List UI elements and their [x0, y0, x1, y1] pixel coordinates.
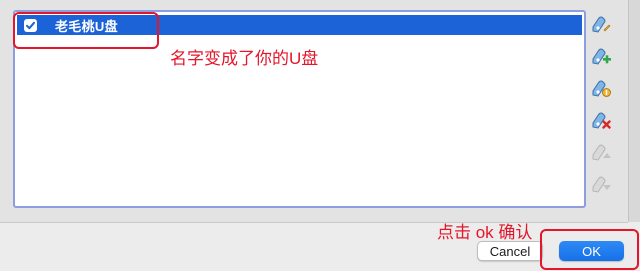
- annotation-highlight-item: [13, 12, 159, 49]
- cancel-button[interactable]: Cancel: [477, 241, 543, 261]
- annotation-ok-note: 点击 ok 确认: [437, 223, 533, 242]
- filter-edit-icon[interactable]: [590, 14, 612, 36]
- filter-move-up-icon[interactable]: [590, 142, 612, 164]
- annotation-highlight-ok: [540, 229, 639, 270]
- filter-add-from-device-icon[interactable]: [590, 78, 612, 100]
- annotation-rename-note: 名字变成了你的U盘: [170, 49, 319, 68]
- filter-add-icon[interactable]: [590, 46, 612, 68]
- filter-remove-icon[interactable]: [590, 110, 612, 132]
- filter-move-down-icon[interactable]: [590, 174, 612, 196]
- panel-scroll-edge: [628, 0, 640, 222]
